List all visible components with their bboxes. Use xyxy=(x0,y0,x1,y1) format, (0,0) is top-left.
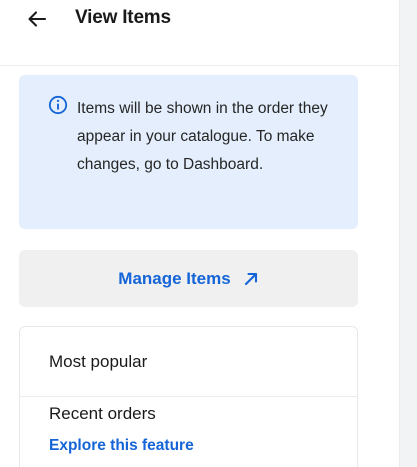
list-item-title: Most popular xyxy=(49,352,148,371)
explore-feature-link[interactable]: Explore this feature xyxy=(49,437,194,455)
page-title: View Items xyxy=(75,7,171,28)
manage-items-button[interactable]: Manage Items xyxy=(19,250,358,307)
list-item-recent-orders[interactable]: Recent orders Explore this feature xyxy=(20,397,357,467)
info-banner-text: Items will be shown in the order they ap… xyxy=(77,100,328,173)
info-circle-icon xyxy=(48,95,68,115)
header: View Items xyxy=(0,0,399,66)
view-items-panel: View Items Items will be shown in the or… xyxy=(0,0,417,467)
manage-items-label: Manage Items xyxy=(118,268,231,288)
arrow-up-right-icon xyxy=(244,272,257,285)
back-button[interactable] xyxy=(22,4,52,34)
item-list-card: Most popular Recent orders Explore this … xyxy=(19,326,358,467)
list-item-most-popular[interactable]: Most popular xyxy=(20,327,357,397)
info-banner: Items will be shown in the order they ap… xyxy=(19,75,358,229)
list-item-title: Recent orders xyxy=(49,404,156,423)
side-panel-edge xyxy=(399,0,417,467)
arrow-left-icon xyxy=(28,11,47,27)
